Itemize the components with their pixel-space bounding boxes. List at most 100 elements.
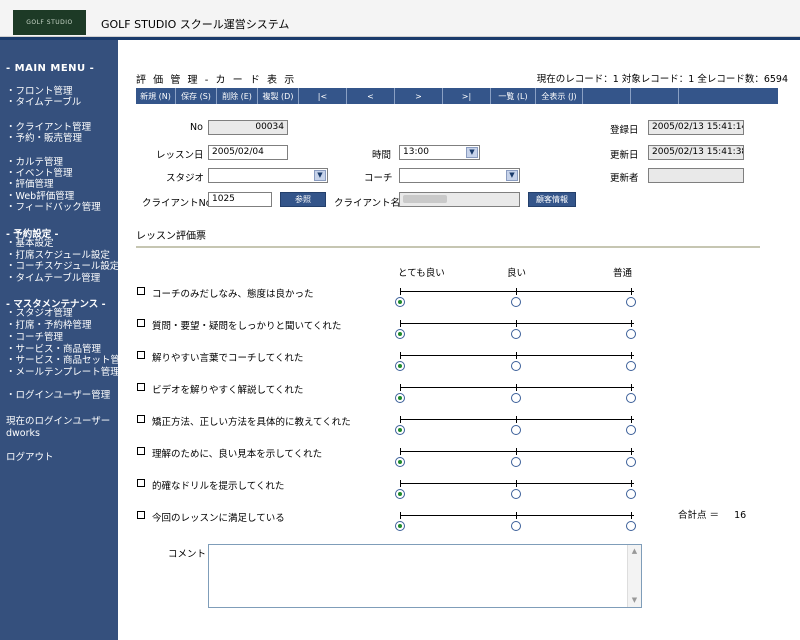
rating-radio[interactable] bbox=[395, 361, 405, 371]
question-checkbox[interactable] bbox=[137, 383, 145, 391]
scroll-up-icon[interactable]: ▲ bbox=[629, 546, 640, 557]
question-checkbox[interactable] bbox=[137, 511, 145, 519]
lesson-date-field[interactable]: 2005/02/04 bbox=[208, 145, 288, 160]
time-select[interactable]: 13:00 ▼ bbox=[399, 145, 480, 160]
no-field[interactable]: 00034 bbox=[208, 120, 288, 135]
sidebar-item-basic-settings[interactable]: ・基本設定 bbox=[6, 238, 54, 249]
rating-radio[interactable] bbox=[626, 329, 636, 339]
rating-radio[interactable] bbox=[395, 297, 405, 307]
comment-scrollbar[interactable]: ▲ ▼ bbox=[627, 545, 641, 607]
updater-field[interactable] bbox=[648, 168, 744, 183]
question-text: コーチのみだしなみ、態度は良かった bbox=[152, 289, 314, 300]
rating-radio[interactable] bbox=[626, 361, 636, 371]
rating-scale-line bbox=[400, 355, 634, 356]
sidebar-item-coach[interactable]: ・コーチ管理 bbox=[6, 332, 63, 343]
rating-radio[interactable] bbox=[626, 425, 636, 435]
rating-radio[interactable] bbox=[511, 457, 521, 467]
rating-radio[interactable] bbox=[395, 393, 405, 403]
rating-radio[interactable] bbox=[511, 361, 521, 371]
sidebar-item-evaluation[interactable]: ・評価管理 bbox=[6, 179, 54, 190]
sidebar-item-service-product[interactable]: ・サービス・商品管理 bbox=[6, 344, 101, 355]
rating-radio[interactable] bbox=[395, 489, 405, 499]
rating-radio[interactable] bbox=[511, 329, 521, 339]
rating-radio[interactable] bbox=[511, 393, 521, 403]
sidebar-item-front[interactable]: ・フロント管理 bbox=[6, 86, 73, 97]
sidebar-item-timetable[interactable]: ・タイムテーブル bbox=[6, 97, 81, 108]
rating-radio[interactable] bbox=[395, 457, 405, 467]
sidebar-item-bay-slot[interactable]: ・打席・予約枠管理 bbox=[6, 320, 92, 331]
current-user-name: dworks bbox=[6, 428, 40, 439]
rating-radio[interactable] bbox=[395, 425, 405, 435]
sidebar-item-timetable-management[interactable]: ・タイムテーブル管理 bbox=[6, 273, 100, 284]
question-text: 質問・要望・疑問をしっかりと聞いてくれた bbox=[152, 321, 342, 332]
coach-select[interactable]: ▼ bbox=[399, 168, 520, 183]
client-name-label: クライアント名 bbox=[334, 198, 401, 209]
logout-link[interactable]: ログアウト bbox=[6, 452, 54, 463]
app-title: GOLF STUDIO スクール運営システム bbox=[101, 18, 290, 31]
sidebar-item-coach-schedule[interactable]: ・コーチスケジュール設定 bbox=[6, 261, 119, 272]
rating-scale-tick bbox=[516, 480, 517, 487]
new-button[interactable]: 新規 (N) bbox=[136, 88, 176, 104]
question-checkbox[interactable] bbox=[137, 479, 145, 487]
rating-scale-tick bbox=[631, 480, 632, 487]
rating-radio[interactable] bbox=[511, 489, 521, 499]
rating-radio[interactable] bbox=[511, 521, 521, 531]
question-checkbox[interactable] bbox=[137, 447, 145, 455]
delete-button[interactable]: 削除 (E) bbox=[217, 88, 258, 104]
rating-scale-tick bbox=[631, 448, 632, 455]
rating-scale-tick bbox=[631, 352, 632, 359]
rating-radio[interactable] bbox=[395, 521, 405, 531]
save-button[interactable]: 保存 (S) bbox=[176, 88, 217, 104]
duplicate-button[interactable]: 複製 (D) bbox=[258, 88, 299, 104]
rating-scale-tick bbox=[516, 384, 517, 391]
chevron-down-icon: ▼ bbox=[506, 170, 518, 181]
rating-scale-tick bbox=[516, 448, 517, 455]
question-checkbox[interactable] bbox=[137, 351, 145, 359]
rating-radio[interactable] bbox=[626, 297, 636, 307]
previous-record-button[interactable]: < bbox=[347, 88, 395, 104]
rating-radio[interactable] bbox=[626, 521, 636, 531]
rating-radio[interactable] bbox=[626, 457, 636, 467]
question-checkbox[interactable] bbox=[137, 287, 145, 295]
rating-radio[interactable] bbox=[395, 329, 405, 339]
client-name-field[interactable] bbox=[399, 192, 520, 207]
total-score: 合計点 ＝ 16 bbox=[678, 507, 746, 521]
sidebar-item-service-set[interactable]: ・サービス・商品セット管理 bbox=[6, 355, 130, 366]
rating-radio[interactable] bbox=[511, 425, 521, 435]
rating-radio[interactable] bbox=[511, 297, 521, 307]
list-button[interactable]: 一覧 (L) bbox=[491, 88, 536, 104]
sidebar-item-reservation-sales[interactable]: ・予約・販売管理 bbox=[6, 133, 82, 144]
registered-date-field[interactable]: 2005/02/13 15:41:14 bbox=[648, 120, 744, 135]
updated-date-field[interactable]: 2005/02/13 15:41:38 bbox=[648, 145, 744, 160]
sidebar-item-login-user[interactable]: ・ログインユーザー管理 bbox=[6, 390, 110, 401]
sidebar-item-mail-template[interactable]: ・メールテンプレート管理 bbox=[6, 367, 120, 378]
rating-radio[interactable] bbox=[626, 489, 636, 499]
show-all-button[interactable]: 全表示 (J) bbox=[536, 88, 583, 104]
question-checkbox[interactable] bbox=[137, 319, 145, 327]
customer-info-button[interactable]: 顧客情報 bbox=[528, 192, 576, 207]
toolbar: 新規 (N) 保存 (S) 削除 (E) 複製 (D) |< < > >| 一覧… bbox=[136, 88, 778, 104]
last-record-button[interactable]: >| bbox=[443, 88, 491, 104]
question-checkbox[interactable] bbox=[137, 415, 145, 423]
sidebar-item-karte[interactable]: ・カルテ管理 bbox=[6, 157, 63, 168]
rating-scale-tick bbox=[516, 352, 517, 359]
sidebar-item-event[interactable]: ・イベント管理 bbox=[6, 168, 73, 179]
client-no-field[interactable]: 1025 bbox=[208, 192, 272, 207]
question-text: 解りやすい言葉でコーチしてくれた bbox=[152, 353, 304, 364]
comment-textarea[interactable]: ▲ ▼ bbox=[208, 544, 642, 608]
lesson-date-label: レッスン日 bbox=[156, 150, 204, 161]
scroll-down-icon[interactable]: ▼ bbox=[629, 595, 640, 606]
rating-scale-tick bbox=[631, 288, 632, 295]
rating-radio[interactable] bbox=[626, 393, 636, 403]
sidebar-item-web-evaluation[interactable]: ・Web評価管理 bbox=[6, 191, 74, 202]
sidebar-item-feedback[interactable]: ・フィードバック管理 bbox=[6, 202, 101, 213]
sidebar-item-studio[interactable]: ・スタジオ管理 bbox=[6, 308, 73, 319]
lookup-button[interactable]: 参照 bbox=[280, 192, 326, 207]
first-record-button[interactable]: |< bbox=[299, 88, 347, 104]
next-record-button[interactable]: > bbox=[395, 88, 443, 104]
main-menu-heading: - MAIN MENU - bbox=[6, 63, 95, 74]
sidebar-item-client[interactable]: ・クライアント管理 bbox=[6, 122, 91, 133]
sidebar-item-bay-schedule[interactable]: ・打席スケジュール設定 bbox=[6, 250, 110, 261]
studio-select[interactable]: ▼ bbox=[208, 168, 328, 183]
